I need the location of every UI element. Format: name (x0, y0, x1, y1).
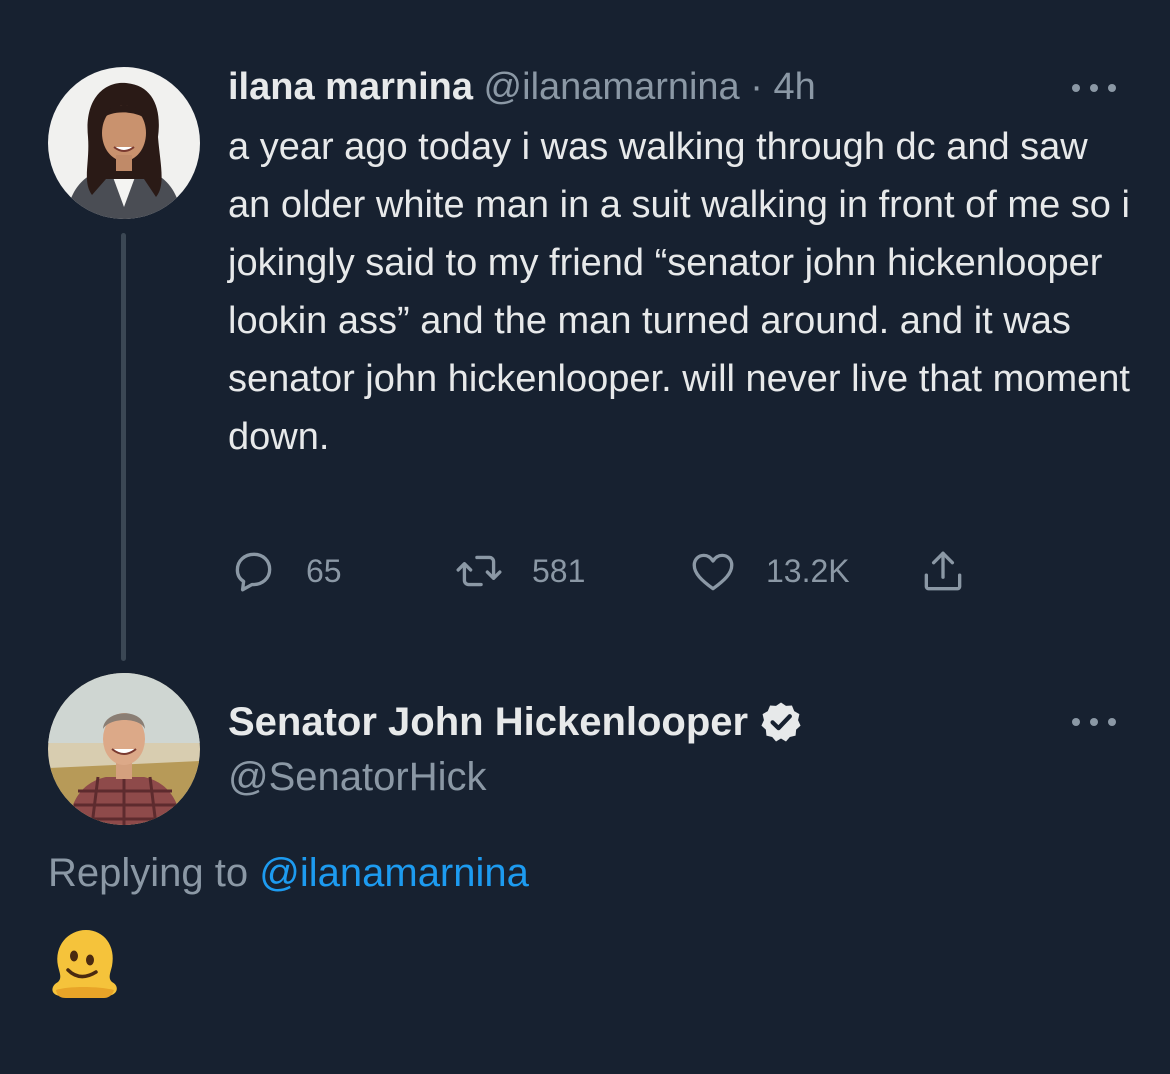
tweet-header: ilana marnina @ilanamarnina · 4h (228, 64, 816, 110)
like-button[interactable]: 13.2K (688, 540, 850, 602)
reply-header: Senator John Hickenlooper (228, 697, 804, 747)
reply-author-avatar[interactable] (48, 673, 200, 825)
author-handle[interactable]: @ilanamarnina (484, 66, 740, 108)
reply-icon (235, 552, 272, 592)
verified-badge-icon (761, 702, 801, 742)
tweet-text: a year ago today i was walking through d… (228, 126, 1130, 458)
retweet-button[interactable]: 581 (454, 540, 585, 602)
tweet-timestamp[interactable]: 4h (773, 66, 815, 108)
melting-face-emoji (52, 930, 117, 998)
replying-to-label: Replying to (48, 851, 249, 895)
author-name[interactable]: ilana marnina (228, 66, 473, 108)
share-button[interactable] (918, 540, 968, 602)
avatar-image (48, 67, 200, 219)
thread-connector-line (121, 233, 126, 661)
reply-author-handle[interactable]: @SenatorHick (228, 752, 486, 802)
retweet-icon (456, 555, 502, 587)
like-count: 13.2K (766, 552, 850, 589)
retweet-count: 581 (532, 552, 586, 589)
avatar-image (48, 673, 200, 825)
more-icon[interactable] (1072, 712, 1116, 732)
author-avatar[interactable] (48, 67, 200, 219)
reply-button[interactable]: 65 (228, 540, 342, 602)
share-icon (924, 551, 962, 591)
reply-author-name[interactable]: Senator John Hickenlooper (228, 697, 748, 747)
replying-to-line: Replying to @ilanamarnina (48, 848, 529, 898)
replying-to-mention[interactable]: @ilanamarnina (259, 851, 529, 895)
more-icon[interactable] (1072, 78, 1116, 98)
separator-dot: · (750, 66, 763, 108)
reply-count: 65 (306, 552, 342, 589)
tweet-actions: 65 581 13.2K (228, 540, 988, 602)
like-icon (692, 553, 734, 591)
